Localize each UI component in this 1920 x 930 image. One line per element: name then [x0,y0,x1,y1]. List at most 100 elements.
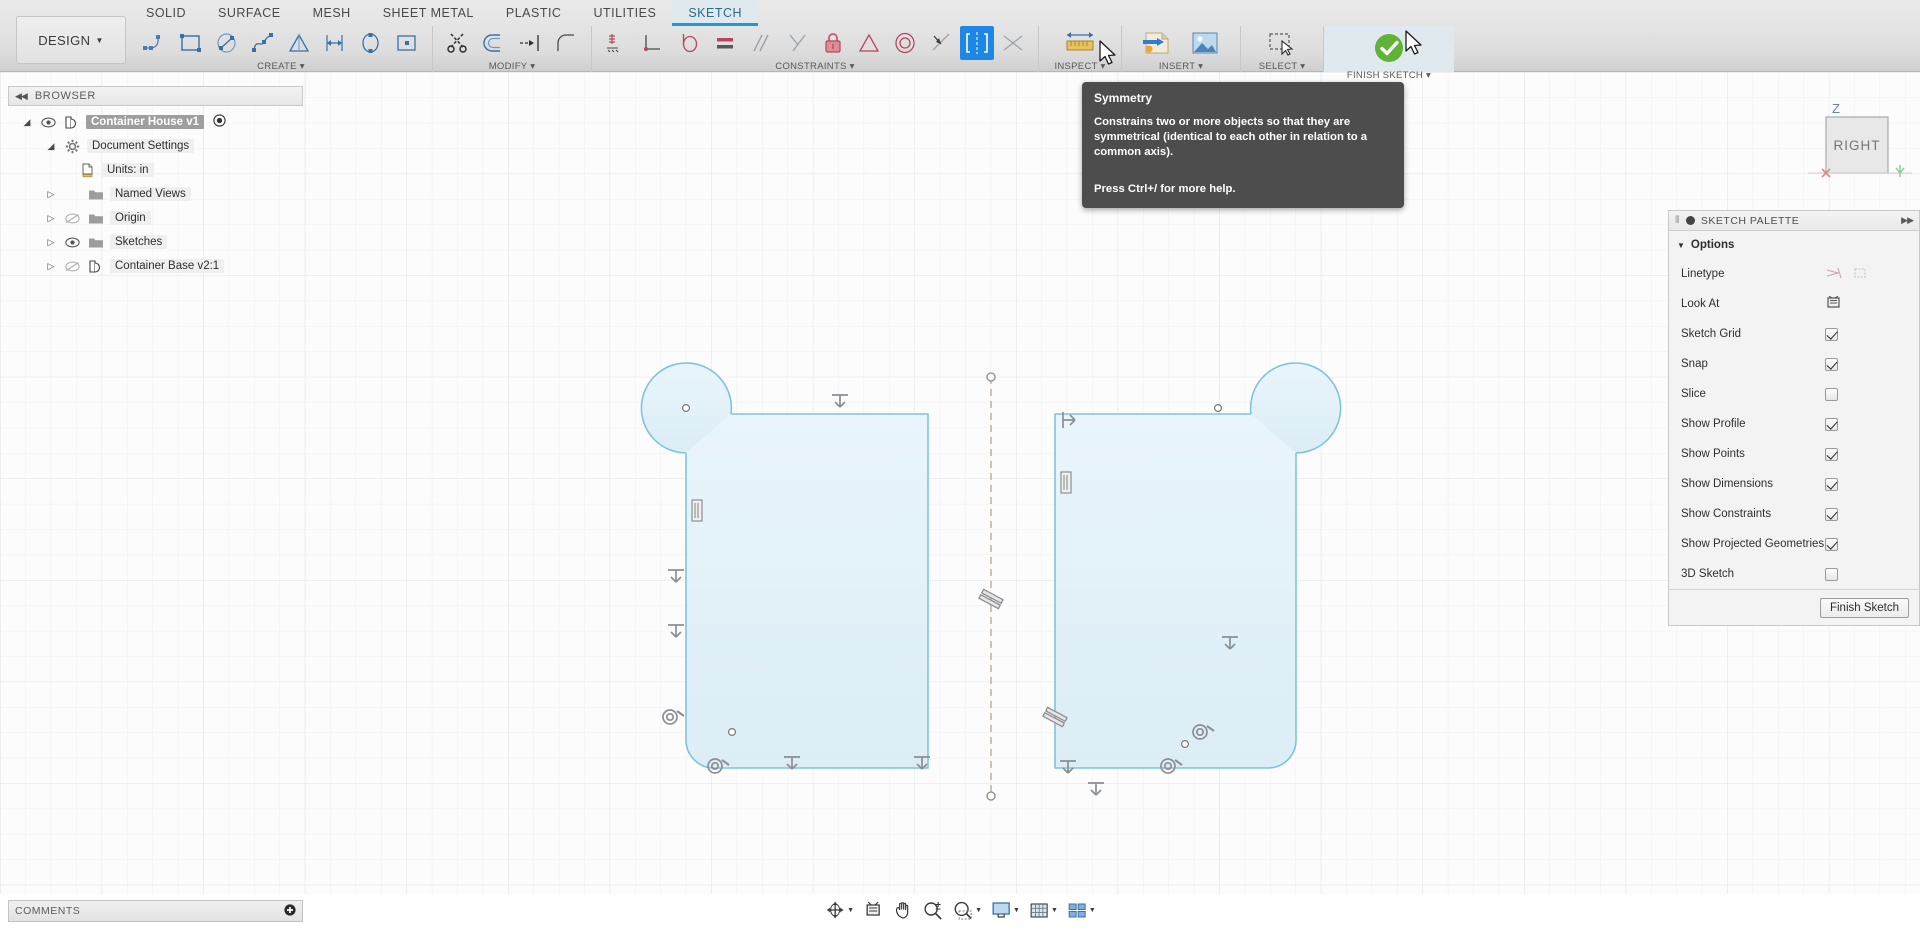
lookat-button[interactable] [1825,295,1842,313]
panel-label-create[interactable]: CREATE ▾ [134,60,428,72]
finish-sketch-button[interactable]: Finish Sketch [1819,597,1909,618]
visibility-eye-icon[interactable] [39,117,57,128]
tab-plastic[interactable]: PLASTIC [490,0,578,26]
linetype-normal-icon[interactable] [1825,266,1843,283]
tab-utilities[interactable]: UTILITIES [577,0,672,26]
viewports-icon[interactable]: ▼ [1063,897,1099,923]
zoom-icon[interactable] [919,897,947,923]
tangent-icon[interactable] [672,26,706,60]
visibility-eye-hidden-icon[interactable] [63,213,81,224]
mouse-cursor-secondary-icon [1405,30,1422,55]
fusion-360-window: DESIGN ▼ SOLID SURFACE MESH SHEET METAL … [0,0,1920,930]
palette-label-3d-sketch: 3D Sketch [1681,568,1735,580]
drag-grip-icon[interactable]: ⦀ [1675,215,1680,226]
measure-icon[interactable] [1057,26,1103,60]
grid-snaps-icon[interactable]: ▼ [1025,897,1061,923]
palette-section-options[interactable]: ▼ Options [1669,231,1919,259]
show-points-checkbox[interactable] [1825,447,1838,461]
pan-hand-icon[interactable] [889,897,917,923]
show-constraints-checkbox[interactable] [1825,507,1838,521]
three-d-sketch-checkbox[interactable] [1825,567,1838,581]
palette-row-show-projected-geometries: Show Projected Geometries [1669,529,1919,559]
visibility-eye-hidden-icon[interactable] [63,261,81,272]
dimension-icon[interactable] [318,26,352,60]
ellipse-icon[interactable] [354,26,388,60]
collapse-arrow-icon[interactable]: ▷ [44,213,58,224]
look-at-icon[interactable] [859,897,887,923]
trim-icon[interactable] [441,26,475,60]
palette-row-sketch-grid: Sketch Grid [1669,319,1919,349]
tab-sketch[interactable]: SKETCH [672,0,759,26]
tree-node-sketches[interactable]: ▷ Sketches [8,230,303,254]
coincident-icon[interactable] [636,26,670,60]
collapse-right-icon[interactable]: ▶▶ [1901,215,1914,226]
show-projected-geometries-checkbox[interactable] [1825,537,1838,551]
collapse-arrow-icon[interactable]: ▷ [44,261,58,272]
collapse-left-icon[interactable]: ◀◀ [15,91,28,102]
panel-label-insert[interactable]: INSERT ▾ [1126,60,1236,72]
show-profile-checkbox[interactable] [1825,417,1838,431]
tab-mesh[interactable]: MESH [297,0,367,26]
sketch-grid-checkbox[interactable] [1825,327,1838,341]
view-cube[interactable]: Z RIGHT [1800,95,1920,195]
tree-node-container-base[interactable]: ▷ Container Base v2:1 [8,254,303,278]
expand-arrow-icon[interactable]: ◢ [20,117,34,128]
select-window-icon[interactable] [1259,26,1305,60]
extend-icon[interactable] [513,26,547,60]
add-comment-icon[interactable] [284,903,296,919]
spline-icon[interactable] [246,26,280,60]
folder-icon [86,236,105,249]
concentric-icon[interactable] [888,26,922,60]
comments-bar[interactable]: COMMENTS [8,900,303,922]
visibility-eye-icon[interactable] [63,237,81,248]
rectangle-icon[interactable] [174,26,208,60]
tab-sheet-metal[interactable]: SHEET METAL [367,0,490,26]
insert-image-icon[interactable] [1182,26,1228,60]
equal-icon[interactable] [708,26,742,60]
browser-header[interactable]: ◀◀ BROWSER [8,86,303,106]
show-dimensions-checkbox[interactable] [1825,477,1838,491]
panel-label-select[interactable]: SELECT ▾ [1245,60,1319,72]
panel-label-finish-sketch[interactable]: FINISH SKETCH ▾ [1328,70,1450,81]
expand-arrow-icon[interactable]: ◢ [44,141,58,152]
collinear-icon[interactable] [924,26,958,60]
snap-checkbox[interactable] [1825,357,1838,371]
workspace-switcher-button[interactable]: DESIGN ▼ [16,16,126,64]
display-settings-icon[interactable]: ▼ [987,897,1023,923]
tree-node-document-settings[interactable]: ◢ Document Settings [8,134,303,158]
sketch-palette-header[interactable]: ⦀ SKETCH PALETTE ▶▶ [1669,211,1919,231]
tab-surface[interactable]: SURFACE [202,0,297,26]
palette-row-snap: Snap [1669,349,1919,379]
palette-label-show-points: Show Points [1681,448,1745,460]
collapse-arrow-icon[interactable]: ▷ [44,189,58,200]
circle-icon[interactable] [210,26,244,60]
horizontal-vertical-icon[interactable] [600,26,634,60]
tab-solid[interactable]: SOLID [130,0,202,26]
tree-node-container-house[interactable]: ◢ Container House v1 [8,110,303,134]
slot-icon[interactable] [390,26,424,60]
tree-node-named-views[interactable]: ▷ Named Views [8,182,303,206]
palette-section-label: Options [1690,239,1735,251]
offset-icon[interactable] [477,26,511,60]
collapse-arrow-icon[interactable]: ▷ [44,237,58,248]
linetype-construction-icon[interactable] [1853,266,1869,283]
slice-checkbox[interactable] [1825,387,1838,401]
activate-component-radio[interactable] [213,114,226,130]
perpendicular-icon[interactable] [780,26,814,60]
parallel-icon[interactable] [744,26,778,60]
tree-node-units[interactable]: Units: in [8,158,303,182]
fix-lock-icon[interactable] [816,26,850,60]
line-icon[interactable] [138,26,172,60]
fillet-icon[interactable] [549,26,583,60]
insert-svg-icon[interactable] [1134,26,1180,60]
panel-label-modify[interactable]: MODIFY ▾ [437,60,587,72]
symmetry-icon[interactable] [960,26,994,60]
panel-label-constraints[interactable]: CONSTRAINTS ▾ [596,60,1034,72]
curvature-icon[interactable] [996,26,1030,60]
tree-label-units: Units: in [102,163,154,177]
zoom-window-icon[interactable]: ▼ [949,897,985,923]
midpoint-icon[interactable] [852,26,886,60]
tree-node-origin[interactable]: ▷ Origin [8,206,303,230]
orbit-icon[interactable]: ▼ [821,897,857,923]
polygon-icon[interactable] [282,26,316,60]
